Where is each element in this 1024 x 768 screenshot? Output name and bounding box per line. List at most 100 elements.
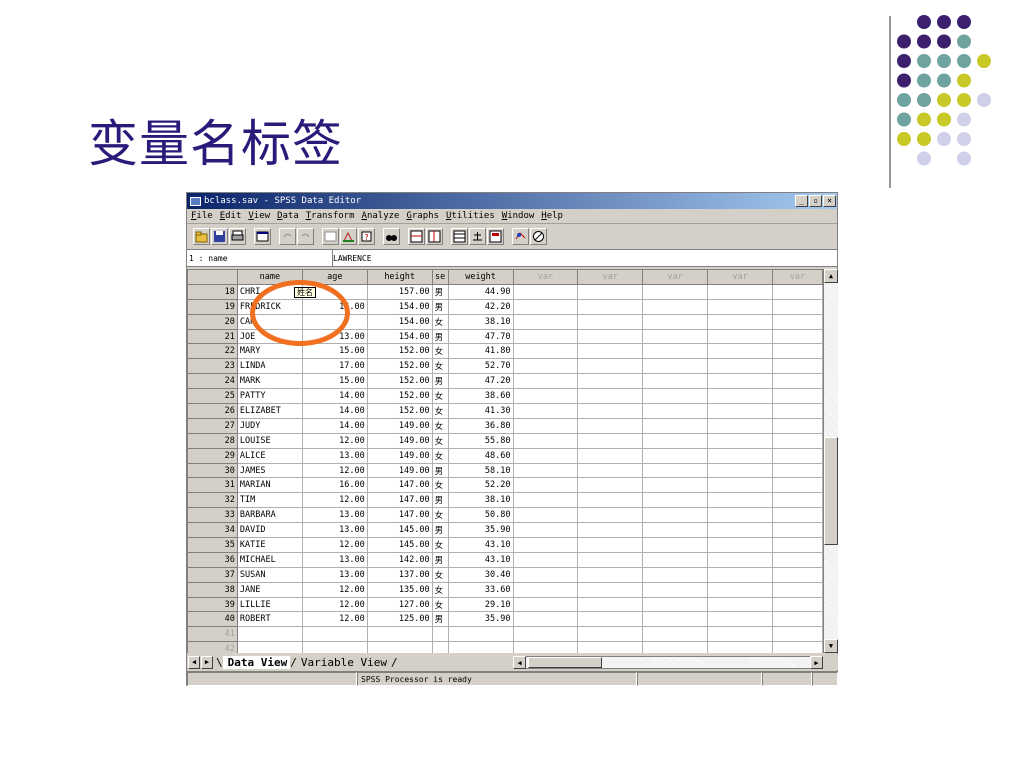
cell-name[interactable]: MARIAN (236, 477, 303, 494)
cell-empty[interactable] (707, 328, 773, 345)
cell-empty[interactable] (577, 388, 644, 405)
split-file-button[interactable] (451, 228, 468, 245)
cell-empty[interactable] (577, 343, 644, 360)
cell-empty[interactable] (771, 388, 823, 405)
cell-empty[interactable] (577, 462, 644, 479)
cell-empty[interactable] (642, 477, 709, 494)
find-button[interactable] (383, 228, 400, 245)
row-number[interactable]: 19 (187, 298, 238, 315)
cell-value-field[interactable]: LAWRENCE (333, 254, 837, 263)
cell-sex[interactable]: 女 (431, 507, 449, 524)
cell-empty[interactable] (642, 626, 709, 643)
cell-empty[interactable] (642, 283, 709, 300)
cell-empty[interactable] (642, 403, 709, 419)
cell-empty[interactable] (577, 581, 644, 598)
row-number[interactable]: 20 (187, 313, 238, 330)
cell-empty[interactable] (642, 298, 709, 315)
cell-empty[interactable] (577, 537, 644, 553)
cell-empty[interactable] (642, 388, 709, 405)
cell-age[interactable]: 13.00 (301, 507, 368, 524)
cell-weight[interactable]: 30.40 (447, 566, 514, 583)
cell-empty[interactable] (512, 328, 579, 345)
cell-empty[interactable] (577, 641, 644, 653)
cell-empty[interactable] (707, 432, 773, 449)
cell-empty[interactable] (642, 596, 709, 613)
use-sets-button[interactable] (530, 228, 547, 245)
cell-age[interactable]: 13.00 (301, 551, 368, 568)
cell-empty[interactable] (771, 373, 823, 390)
cell-sex[interactable]: 女 (431, 537, 449, 553)
cell-name[interactable]: KATIE (236, 537, 303, 553)
row-number[interactable]: 37 (187, 566, 238, 583)
menu-item[interactable]: Utilities (444, 211, 500, 221)
empty-variable-header[interactable]: var (512, 269, 579, 285)
cell-sex[interactable]: 男 (431, 522, 449, 539)
row-number[interactable]: 28 (187, 432, 238, 449)
row-number[interactable]: 21 (187, 328, 238, 345)
cell-age[interactable]: 13.00 (301, 522, 368, 539)
cell-height[interactable]: 142.00 (366, 551, 433, 568)
cell-empty[interactable] (771, 358, 823, 375)
redo-button[interactable] (297, 228, 314, 245)
cell-empty[interactable] (771, 641, 823, 653)
cell-empty[interactable] (642, 447, 709, 464)
row-number[interactable]: 24 (187, 373, 238, 390)
cell-empty[interactable] (642, 551, 709, 568)
cell-weight[interactable]: 58.10 (447, 462, 514, 479)
cell-name[interactable]: LOUISE (236, 432, 303, 449)
cell-name[interactable]: LILLIE (236, 596, 303, 613)
cell-empty[interactable] (707, 626, 773, 643)
cell-empty[interactable] (577, 358, 644, 375)
cell-empty[interactable] (707, 492, 773, 509)
row-number[interactable]: 39 (187, 596, 238, 613)
cell-height[interactable]: 147.00 (366, 507, 433, 524)
cell-empty[interactable] (577, 626, 644, 643)
cell-name[interactable]: JOE (236, 328, 303, 345)
menu-item[interactable]: Window (500, 211, 540, 221)
cell-empty[interactable] (707, 641, 773, 653)
row-number[interactable]: 36 (187, 551, 238, 568)
cell-empty[interactable] (707, 537, 773, 553)
cell-empty[interactable] (642, 313, 709, 330)
row-number[interactable]: 30 (187, 462, 238, 479)
cell-weight[interactable] (447, 626, 514, 643)
cell-empty[interactable] (577, 313, 644, 330)
cell-empty[interactable] (577, 611, 644, 628)
cell-empty[interactable] (642, 641, 709, 653)
cell-empty[interactable] (771, 477, 823, 494)
scroll-left-icon[interactable]: ◀ (513, 656, 526, 669)
cell-empty[interactable] (512, 537, 579, 553)
cell-empty[interactable] (771, 417, 823, 434)
cell-sex[interactable]: 女 (431, 477, 449, 494)
cell-empty[interactable] (707, 343, 773, 360)
cell-empty[interactable] (577, 507, 644, 524)
cell-name[interactable] (236, 641, 303, 653)
cell-weight[interactable]: 33.60 (447, 581, 514, 598)
cell-empty[interactable] (512, 596, 579, 613)
cell-empty[interactable] (577, 298, 644, 315)
cell-age[interactable]: 13.00 (301, 328, 368, 345)
cell-reference[interactable]: 1 : name (187, 250, 333, 266)
menu-item[interactable]: View (246, 211, 275, 221)
cell-sex[interactable]: 女 (431, 447, 449, 464)
tab-data-view[interactable]: Data View (222, 655, 291, 669)
menu-item[interactable]: Help (539, 211, 568, 221)
cell-empty[interactable] (512, 373, 579, 390)
cell-weight[interactable]: 29.10 (447, 596, 514, 613)
dialog-recall-button[interactable] (254, 228, 271, 245)
cell-empty[interactable] (771, 566, 823, 583)
cell-height[interactable]: 152.00 (366, 343, 433, 360)
cell-sex[interactable]: 男 (431, 373, 449, 390)
cell-empty[interactable] (707, 522, 773, 539)
cell-age[interactable]: 15.00 (301, 343, 368, 360)
cell-empty[interactable] (707, 581, 773, 598)
cell-empty[interactable] (577, 447, 644, 464)
tab-prev-icon[interactable]: ◀ (188, 655, 200, 669)
row-number[interactable]: 26 (187, 403, 238, 419)
cell-name[interactable]: JUDY (236, 417, 303, 434)
minimize-button[interactable]: _ (795, 195, 808, 207)
row-number[interactable]: 25 (187, 388, 238, 405)
cell-height[interactable]: 157.00 (366, 283, 433, 300)
cell-empty[interactable] (707, 611, 773, 628)
cell-sex[interactable] (431, 641, 449, 653)
